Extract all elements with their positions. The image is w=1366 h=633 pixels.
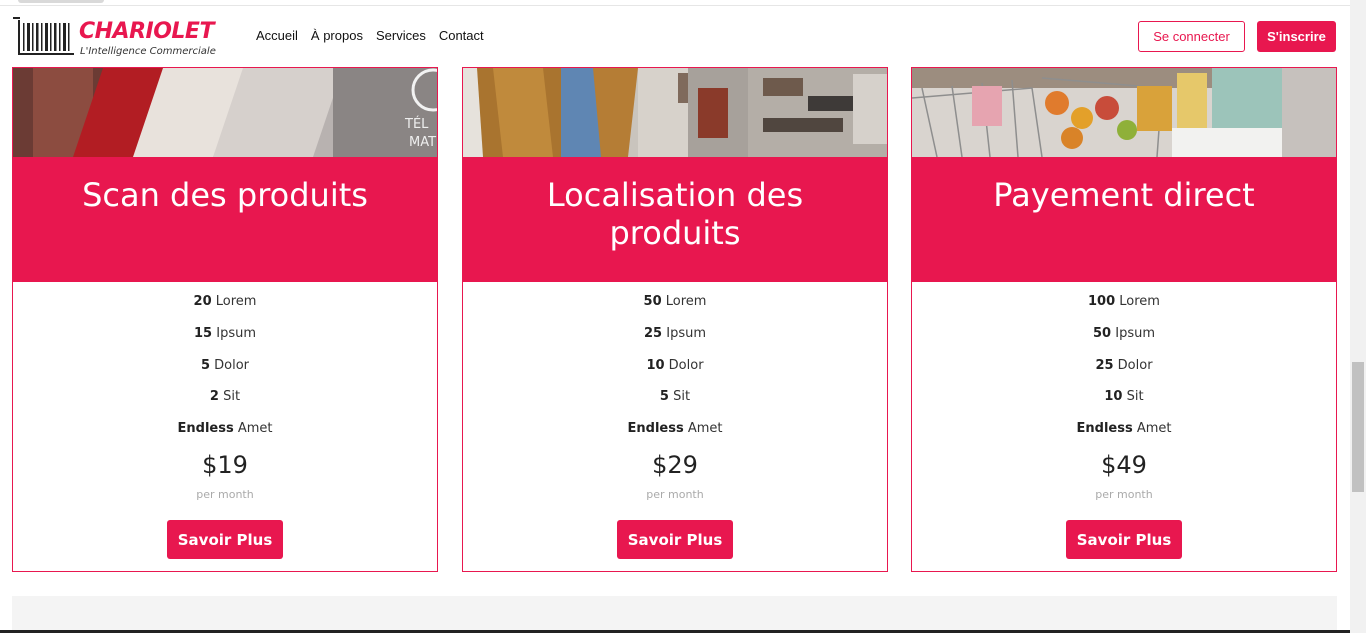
plan-card-localisation: Localisation des produits 50 Lorem 25 Ip… [462,67,888,572]
feature-value: 5 [659,389,669,405]
feature-item: 50 Lorem [463,292,887,324]
feature-item: Endless Amet [463,419,887,451]
scrollbar-thumb[interactable] [1352,362,1364,492]
feature-label: Amet [1136,421,1172,437]
feature-label: Amet [687,421,723,437]
feature-label: Lorem [215,294,257,309]
plan-price: $29 [652,451,698,479]
feature-item: Endless Amet [13,419,437,451]
feature-value: Endless [627,421,684,437]
site-header: CHARIOLET L'Intelligence Commerciale Acc… [0,6,1350,66]
savoir-plus-button[interactable]: Savoir Plus [167,520,283,559]
plan-period: per month [1095,488,1153,501]
nav-item-a-propos[interactable]: À propos [311,28,363,43]
next-section [12,596,1337,633]
plan-header: Payement direct [912,157,1336,282]
feature-item: 100 Lorem [912,292,1336,324]
feature-label: Dolor [214,357,250,373]
plan-title: Payement direct [993,176,1255,214]
signup-button[interactable]: S'inscrire [1257,21,1336,52]
feature-item: 2 Sit [13,387,437,419]
plan-photo [912,68,1336,157]
feature-item: 15 Ipsum [13,324,437,356]
feature-label: Dolor [668,357,704,373]
feature-value: 10 [1104,389,1123,405]
svg-text:MAT: MAT [409,135,436,150]
feature-item: 5 Sit [463,387,887,419]
brand-logo[interactable]: CHARIOLET L'Intelligence Commerciale [13,15,243,63]
feature-item: Endless Amet [912,419,1336,451]
plan-price: $19 [202,451,248,479]
tab-indicator [18,0,104,3]
feature-label: Dolor [1117,357,1153,373]
feature-label: Ipsum [666,325,706,341]
feature-label: Amet [237,421,273,437]
feature-item: 25 Dolor [912,356,1336,388]
feature-value: Endless [1076,421,1133,437]
plan-features: 20 Lorem 15 Ipsum 5 Dolor 2 Sit Endless … [13,292,437,451]
login-button[interactable]: Se connecter [1138,21,1245,52]
feature-label: Ipsum [1115,325,1155,341]
feature-label: Sit [673,389,691,405]
feature-label: Lorem [1119,294,1160,309]
plan-photo: TÉL MAT [13,68,437,157]
feature-item: 10 Sit [912,387,1336,419]
feature-value: 50 [1093,325,1112,341]
nav-item-services[interactable]: Services [376,28,426,43]
nav-item-contact[interactable]: Contact [439,28,484,43]
feature-item: 5 Dolor [13,356,437,388]
feature-value: 100 [1088,294,1116,309]
nav-item-accueil[interactable]: Accueil [256,28,298,43]
feature-label: Lorem [665,294,707,309]
feature-value: Endless [177,421,234,437]
plan-title: Localisation des produits [546,176,804,252]
feature-value: 50 [643,294,662,309]
feature-value: 20 [193,294,212,309]
savoir-plus-button[interactable]: Savoir Plus [1066,520,1182,559]
feature-item: 10 Dolor [463,356,887,388]
plan-header: Localisation des produits [463,157,887,282]
plan-photo [463,68,887,157]
plan-title: Scan des produits [82,176,368,214]
feature-label: Ipsum [216,325,256,341]
plan-card-scan: TÉL MAT Scan des produits 20 Lorem 15 Ip… [12,67,438,572]
brand-name: CHARIOLET [79,19,214,44]
brand-tagline: L'Intelligence Commerciale [80,46,216,57]
main-nav: Accueil À propos Services Contact [256,28,484,43]
feature-label: Sit [1126,389,1144,405]
cart-barcode-icon [13,17,74,55]
savoir-plus-button[interactable]: Savoir Plus [617,520,733,559]
feature-value: 25 [644,325,663,341]
feature-label: Sit [223,389,241,405]
feature-value: 25 [1095,357,1114,373]
feature-value: 2 [209,389,219,405]
plan-features: 50 Lorem 25 Ipsum 10 Dolor 5 Sit Endless… [463,292,887,451]
plan-features: 100 Lorem 50 Ipsum 25 Dolor 10 Sit Endle… [912,292,1336,451]
plan-period: per month [196,488,254,501]
plan-price: $49 [1101,451,1147,479]
feature-value: 5 [200,357,211,373]
svg-text:TÉL: TÉL [404,116,429,132]
plan-card-payement: Payement direct 100 Lorem 50 Ipsum 25 Do… [911,67,1337,572]
plan-period: per month [646,488,704,501]
feature-value: 10 [646,357,665,373]
feature-value: 15 [194,325,213,341]
plan-header: Scan des produits [13,157,437,282]
page-scrollbar[interactable] [1350,0,1366,633]
feature-item: 50 Ipsum [912,324,1336,356]
feature-item: 20 Lorem [13,292,437,324]
feature-item: 25 Ipsum [463,324,887,356]
